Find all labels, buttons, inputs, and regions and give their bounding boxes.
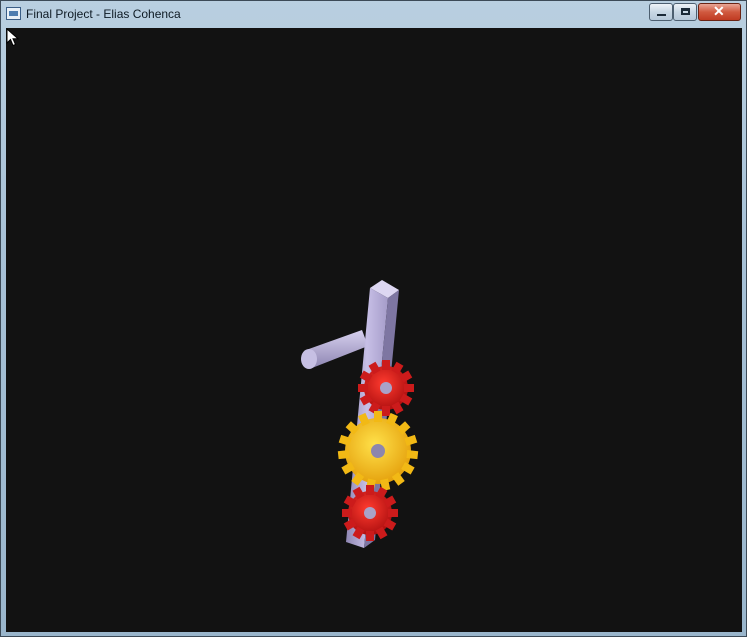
- mouse-pointer-icon: [6, 28, 20, 47]
- app-window-icon[interactable]: [6, 7, 21, 20]
- gear-scene: [301, 280, 419, 548]
- maximize-icon: [681, 8, 690, 15]
- opengl-viewport[interactable]: [6, 28, 742, 632]
- close-icon: ✕: [713, 3, 725, 19]
- yellow-gear-middle: [337, 411, 419, 491]
- minimize-button[interactable]: [649, 3, 673, 21]
- title-bar[interactable]: Final Project - Elias Cohenca ✕: [1, 1, 746, 28]
- close-button[interactable]: ✕: [698, 3, 741, 21]
- cylinder-arm: [301, 330, 368, 369]
- minimize-icon: [657, 14, 666, 16]
- window-title: Final Project - Elias Cohenca: [26, 7, 181, 21]
- app-window: Final Project - Elias Cohenca ✕: [0, 0, 747, 637]
- maximize-button[interactable]: [673, 3, 697, 21]
